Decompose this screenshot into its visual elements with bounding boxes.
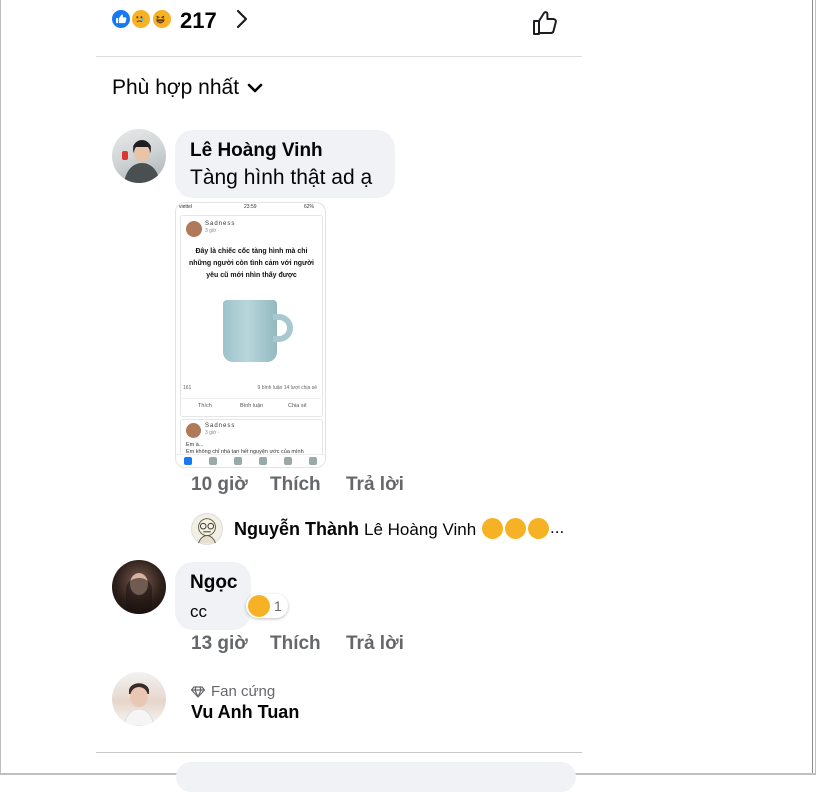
attachment-battery: 62%	[304, 204, 315, 210]
frame-left-border	[0, 0, 1, 775]
avatar[interactable]	[112, 672, 166, 726]
haha-reaction-icon	[151, 8, 173, 30]
laughing-emoji-icon	[528, 518, 549, 539]
avatar[interactable]	[112, 560, 166, 614]
reaction-summary[interactable]: 217	[110, 6, 580, 42]
comment-time[interactable]: 10 giờ	[191, 474, 248, 496]
attachment-share-action: Chia sẻ	[288, 403, 307, 409]
attachment-profile-icon	[259, 457, 267, 465]
like-reaction-icon	[110, 8, 132, 30]
attachment-menu-icon	[309, 457, 317, 465]
reply-button[interactable]: Trả lời	[346, 633, 404, 655]
avatar[interactable]	[191, 513, 223, 545]
attachment-home-icon	[184, 457, 192, 465]
avatar[interactable]	[112, 129, 166, 183]
attachment-caption: Đây là chiếc cốc tàng hình mà chỉ những …	[188, 248, 315, 279]
comment-text: Tàng hình thật ad ạ	[190, 166, 373, 189]
attachment-friends-icon	[209, 457, 217, 465]
attachment-next-line-1: Em à...	[186, 442, 204, 448]
attachment-comment-action: Bình luận	[240, 403, 264, 409]
reply-ellipsis: ...	[550, 518, 565, 537]
attachment-page-name: Sadness	[205, 221, 236, 227]
reply-mention: Lê Hoàng Vinh	[364, 520, 477, 539]
attachment-comment-count: 9 bình luận	[257, 385, 283, 391]
comment-text: cc	[190, 602, 207, 621]
attachment-next-post-time: 3 giờ ·	[205, 430, 220, 436]
attachment-reaction-count: 161	[183, 385, 192, 391]
mug-handle	[273, 314, 293, 342]
attachment-actions: Thích Bình luận Chia sẻ	[180, 398, 321, 413]
reply-author[interactable]: Nguyễn Thành	[234, 519, 359, 540]
laughing-emoji-icon	[505, 518, 526, 539]
attachment-share-count: 14 lượt chia sẻ	[283, 385, 317, 391]
chevron-right-icon[interactable]	[232, 9, 252, 29]
badge-label: Fan cứng	[211, 683, 276, 700]
thumbs-up-icon[interactable]	[530, 8, 560, 38]
attachment-carrier: viettel	[179, 204, 193, 210]
attachment-like-action: Thích	[198, 403, 212, 409]
attachment-clock: 23:59	[244, 204, 257, 210]
mug-image	[223, 300, 277, 362]
chevron-down-icon	[247, 83, 263, 93]
comment-reaction-count: 1	[274, 598, 282, 614]
attachment-post-time: 3 giờ ·	[205, 228, 220, 234]
attachment-watch-icon	[234, 457, 242, 465]
reaction-count[interactable]: 217	[180, 8, 217, 34]
comment-bubble[interactable]: Ngọc cc	[175, 562, 251, 630]
reply-preview[interactable]: Nguyễn Thành Lê Hoàng Vinh ...	[191, 513, 611, 547]
comment-bubble[interactable]: Lê Hoàng Vinh Tàng hình thật ad ạ	[175, 130, 395, 198]
comment-composer[interactable]	[176, 762, 576, 792]
haha-reaction-icon	[248, 595, 270, 617]
like-comment-button[interactable]: Thích	[270, 474, 321, 496]
comment-sort-dropdown[interactable]: Phù hợp nhất	[112, 76, 263, 100]
like-comment-button[interactable]: Thích	[270, 633, 321, 655]
laughing-emoji-icon	[482, 518, 503, 539]
reply-button[interactable]: Trả lời	[346, 474, 404, 496]
comment-author[interactable]: Lê Hoàng Vinh	[190, 140, 323, 162]
frame-right-border	[812, 0, 813, 775]
attachment-page-avatar	[186, 221, 202, 237]
comment-author[interactable]: Ngọc	[190, 572, 238, 594]
attachment-bell-icon	[284, 457, 292, 465]
comment-time[interactable]: 13 giờ	[191, 633, 248, 655]
attachment-next-page-name: Sadness	[205, 423, 236, 429]
comment-image-attachment[interactable]: viettel 23:59 62% Sadness 3 giờ · Đây là…	[175, 202, 326, 468]
attachment-status-bar: viettel 23:59 62%	[176, 203, 325, 213]
comment-reaction-badge[interactable]: 1	[246, 594, 288, 618]
attachment-next-avatar	[186, 423, 201, 438]
attachment-nav-bar	[176, 454, 325, 467]
top-fan-badge: Fan cứng	[191, 683, 275, 700]
diamond-icon	[191, 685, 205, 698]
comment-author[interactable]: Vu Anh Tuan	[191, 702, 299, 723]
sad-reaction-icon	[130, 8, 152, 30]
sort-label: Phù hợp nhất	[112, 76, 240, 99]
divider	[96, 56, 582, 57]
divider	[96, 752, 582, 753]
